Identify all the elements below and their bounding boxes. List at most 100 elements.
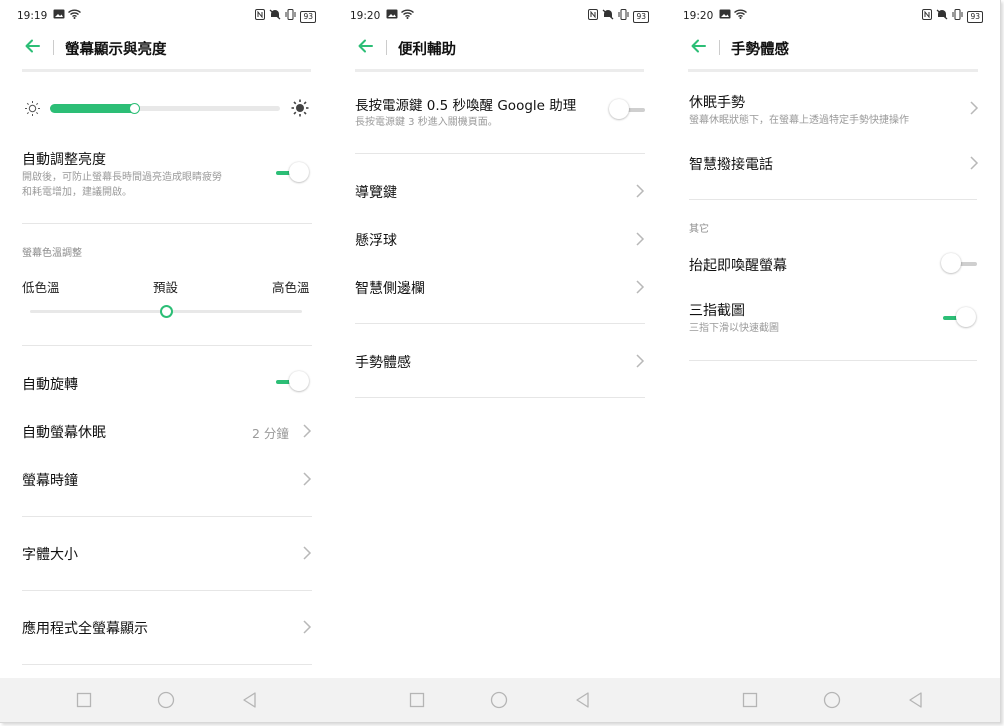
home-circle-icon[interactable] <box>157 691 175 709</box>
gestures-label: 手勢體感 <box>355 355 411 371</box>
auto-sleep-row[interactable]: 自動螢幕休眠 2 分鐘 <box>0 410 333 450</box>
smart-answer-label: 智慧撥接電話 <box>689 157 773 173</box>
battery-level: 93 <box>967 11 983 23</box>
wifi-icon <box>68 9 82 19</box>
status-time: 19:20 <box>350 10 381 22</box>
divider <box>355 323 645 324</box>
nav-keys-row[interactable]: 導覽鍵 <box>333 170 666 210</box>
auto-brightness-toggle[interactable] <box>276 161 312 185</box>
back-arrow-icon[interactable] <box>357 38 373 54</box>
back-triangle-icon[interactable] <box>241 691 259 709</box>
three-finger-desc: 三指下滑以快速截圖 <box>689 323 779 334</box>
header-underline <box>688 69 978 72</box>
home-circle-icon[interactable] <box>490 691 508 709</box>
smart-answer-row[interactable]: 智慧撥接電話 <box>666 143 1000 183</box>
font-size-label: 字體大小 <box>22 547 78 563</box>
fullscreen-apps-row[interactable]: 應用程式全螢幕顯示 <box>0 606 333 646</box>
color-temp-thumb[interactable] <box>160 305 173 318</box>
chevron-right-icon <box>303 620 312 634</box>
chevron-right-icon <box>636 354 645 368</box>
status-time: 19:19 <box>17 10 48 22</box>
three-finger-toggle[interactable] <box>943 306 979 330</box>
divider <box>22 516 312 517</box>
floating-ball-row[interactable]: 懸浮球 <box>333 218 666 258</box>
nfc-icon <box>255 9 266 20</box>
nfc-icon <box>588 9 599 20</box>
divider <box>22 590 312 591</box>
google-assistant-label: 長按電源鍵 0.5 秒喚醒 Google 助理 <box>355 98 577 114</box>
divider <box>22 223 312 224</box>
fullscreen-apps-label: 應用程式全螢幕顯示 <box>22 621 148 637</box>
header-underline <box>22 69 311 72</box>
google-assistant-desc: 長按電源鍵 3 秒進入關機頁面。 <box>355 117 498 128</box>
gestures-screen: 19:20 93 手勢體感 休眠手勢 螢幕休眠狀態下，在螢幕上透過特定手勢快捷操… <box>666 0 1000 678</box>
floating-ball-label: 懸浮球 <box>355 233 397 249</box>
back-triangle-icon[interactable] <box>574 691 592 709</box>
chevron-right-icon <box>970 101 979 115</box>
back-triangle-icon[interactable] <box>907 691 925 709</box>
vibrate-icon <box>952 9 963 20</box>
three-finger-label: 三指截圖 <box>689 303 745 319</box>
auto-brightness-desc-1: 開啟後，可防止螢幕長時間過亮造成眼睛疲勞 <box>22 172 222 183</box>
auto-sleep-value: 2 分鐘 <box>252 426 289 441</box>
auto-sleep-label: 自動螢幕休眠 <box>22 425 106 441</box>
chevron-right-icon <box>636 280 645 294</box>
system-status-icons: 93 <box>922 9 983 23</box>
system-status-icons: 93 <box>255 9 316 23</box>
back-arrow-icon[interactable] <box>24 38 40 54</box>
chevron-right-icon <box>303 546 312 560</box>
auto-brightness-desc-2: 和耗電增加，建議開啟。 <box>22 187 132 198</box>
raise-wake-toggle[interactable] <box>941 252 977 276</box>
chevron-right-icon <box>303 424 312 438</box>
sleep-gesture-label: 休眠手勢 <box>689 95 745 111</box>
recents-square-icon[interactable] <box>408 691 426 709</box>
smart-sidebar-label: 智慧側邊欄 <box>355 281 425 297</box>
toggle-knob <box>609 99 629 119</box>
chevron-right-icon <box>970 156 979 170</box>
brightness-low-icon <box>25 101 40 116</box>
wifi-icon <box>401 9 415 19</box>
toggle-knob <box>289 162 309 182</box>
smart-sidebar-row[interactable]: 智慧側邊欄 <box>333 266 666 306</box>
screen-clock-row[interactable]: 螢幕時鐘 <box>0 458 333 498</box>
chevron-right-icon <box>303 472 312 486</box>
status-time: 19:20 <box>683 10 714 22</box>
recents-square-icon[interactable] <box>75 691 93 709</box>
color-temp-slider[interactable] <box>30 305 302 319</box>
header-divider <box>53 40 54 55</box>
header: 螢幕顯示與亮度 <box>22 34 311 62</box>
header: 便利輔助 <box>355 34 644 62</box>
high-temp-label: 高色溫 <box>272 280 310 295</box>
google-assistant-toggle[interactable] <box>609 98 645 122</box>
image-notification-icon <box>386 9 398 19</box>
auto-rotate-toggle[interactable] <box>276 370 312 394</box>
toggle-knob <box>941 253 961 273</box>
sleep-gesture-row[interactable]: 休眠手勢 螢幕休眠狀態下，在螢幕上透過特定手勢快捷操作 <box>666 86 1000 132</box>
back-arrow-icon[interactable] <box>690 38 706 54</box>
recents-square-icon[interactable] <box>741 691 759 709</box>
screenshot-frame: 19:19 93 螢幕顯示與亮度 自動調整亮度 開啟後，可防止螢幕長時間過亮造成… <box>0 0 1001 723</box>
battery-level: 93 <box>300 11 316 23</box>
raise-wake-label: 抬起即喚醒螢幕 <box>689 258 787 274</box>
low-temp-label: 低色溫 <box>22 280 60 295</box>
toggle-knob <box>289 371 309 391</box>
header: 手勢體感 <box>688 34 978 62</box>
brightness-slider[interactable] <box>50 103 280 114</box>
sleep-gesture-desc: 螢幕休眠狀態下，在螢幕上透過特定手勢快捷操作 <box>689 115 909 126</box>
divider <box>22 664 312 665</box>
chevron-right-icon <box>636 232 645 246</box>
divider <box>355 153 645 154</box>
brightness-high-icon <box>291 99 309 117</box>
home-circle-icon[interactable] <box>823 691 841 709</box>
divider <box>689 199 977 200</box>
battery-level: 93 <box>633 11 649 23</box>
page-title: 手勢體感 <box>731 42 789 58</box>
notification-icons <box>386 9 415 22</box>
vibrate-icon <box>618 9 629 20</box>
brightness-thumb[interactable] <box>129 103 140 114</box>
auto-brightness-label: 自動調整亮度 <box>22 152 106 168</box>
nav-keys-label: 導覽鍵 <box>355 185 397 201</box>
gestures-row[interactable]: 手勢體感 <box>333 340 666 380</box>
image-notification-icon <box>53 9 65 19</box>
font-size-row[interactable]: 字體大小 <box>0 532 333 572</box>
